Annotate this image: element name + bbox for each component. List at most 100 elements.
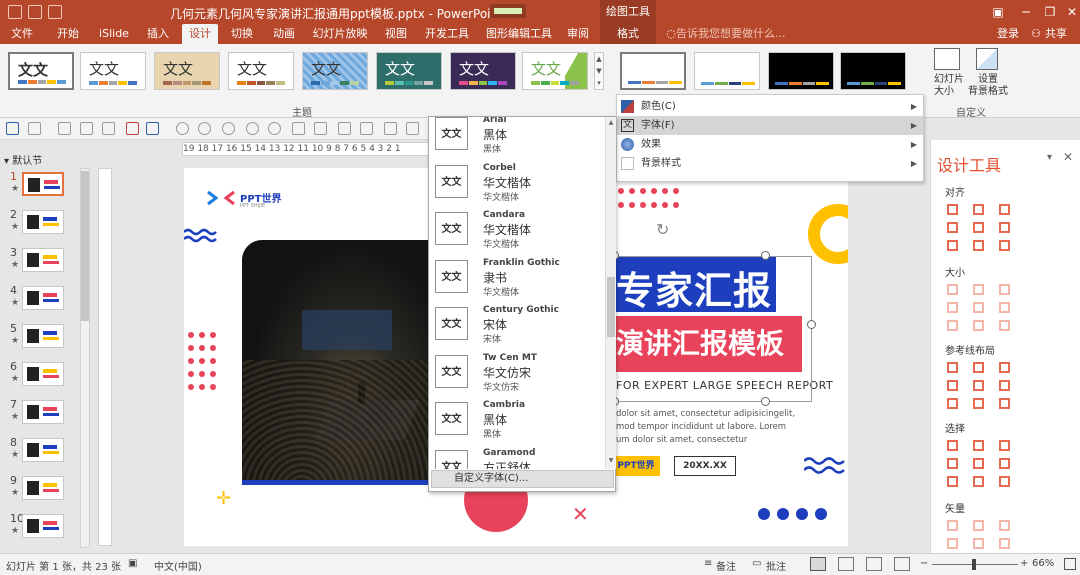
- ribbon-options-icon[interactable]: ▣: [984, 0, 1012, 24]
- rotate-handle-icon[interactable]: ↻: [656, 220, 669, 239]
- slide-thumbnail[interactable]: [22, 400, 64, 424]
- zoom-out-button[interactable]: −: [920, 558, 928, 569]
- picture-icon[interactable]: [126, 122, 139, 135]
- slide-thumbnail[interactable]: [22, 210, 64, 234]
- themes-scroll[interactable]: ▲ ▼ ▾: [594, 52, 604, 90]
- group-icon[interactable]: [406, 122, 419, 135]
- fit-slide-icon[interactable]: [1064, 558, 1076, 570]
- vector-icon[interactable]: [973, 538, 984, 549]
- normal-view-icon[interactable]: [810, 557, 826, 571]
- tab-islide[interactable]: iSlide: [96, 24, 132, 44]
- theme-6[interactable]: 文文: [376, 52, 442, 90]
- align-icon[interactable]: [947, 222, 958, 233]
- crop-icon[interactable]: [314, 122, 327, 135]
- subtract-icon[interactable]: [292, 122, 305, 135]
- login-link[interactable]: 登录: [994, 24, 1022, 44]
- rotate-icon[interactable]: [384, 122, 397, 135]
- align-icon[interactable]: [999, 240, 1010, 251]
- font-scheme-item[interactable]: 文文 Franklin Gothic 隶书 华文楷体: [429, 258, 605, 304]
- align-icon[interactable]: [947, 204, 958, 215]
- combine-icon[interactable]: [222, 122, 235, 135]
- undo-icon[interactable]: [28, 5, 42, 19]
- redo-icon[interactable]: [58, 122, 71, 135]
- tab-animations[interactable]: 动画: [270, 24, 298, 44]
- font-scheme-item[interactable]: 文文 Cambria 黑体 黑体: [429, 400, 605, 446]
- size-icon[interactable]: [999, 284, 1010, 295]
- slide-sorter-icon[interactable]: [838, 557, 854, 571]
- slide-size-button[interactable]: 幻灯片 大小: [934, 74, 964, 98]
- pane-close-icon[interactable]: ✕: [1063, 150, 1073, 164]
- font-scheme-item[interactable]: 文文 Candara 华文楷体 华文楷体: [429, 210, 605, 256]
- tab-shape-edit[interactable]: 图形编辑工具: [486, 24, 552, 44]
- select-icon[interactable]: [999, 476, 1010, 487]
- tab-insert[interactable]: 插入: [144, 24, 172, 44]
- align-icon[interactable]: [973, 240, 984, 251]
- shape-icon[interactable]: [146, 122, 159, 135]
- font-scheme-item[interactable]: 文文 Arial 黑体 黑体: [429, 117, 605, 161]
- variant-4[interactable]: [840, 52, 906, 90]
- theme-4[interactable]: 文文: [228, 52, 294, 90]
- slide-thumbnail[interactable]: [22, 514, 64, 538]
- distribute-icon[interactable]: [360, 122, 373, 135]
- language-indicator[interactable]: 中文(中国): [154, 558, 202, 573]
- select-icon[interactable]: [999, 440, 1010, 451]
- slide-thumbnail[interactable]: [22, 476, 64, 500]
- font-scheme-item[interactable]: 文文 Corbel 华文楷体 华文楷体: [429, 163, 605, 209]
- tab-slideshow[interactable]: 幻灯片放映: [312, 24, 368, 44]
- select-icon[interactable]: [947, 476, 958, 487]
- fragment-icon[interactable]: [246, 122, 259, 135]
- size-icon[interactable]: [999, 320, 1010, 331]
- select-icon[interactable]: [947, 458, 958, 469]
- zoom-in-button[interactable]: +: [1020, 558, 1028, 569]
- menu-item-background-styles[interactable]: 背景样式 ▶: [617, 154, 923, 173]
- font-scheme-item[interactable]: 文文 Tw Cen MT 华文仿宋 华文仿宋: [429, 353, 605, 399]
- tab-transitions[interactable]: 切换: [228, 24, 256, 44]
- menu-item-effects[interactable]: 效果 ▶: [617, 135, 923, 154]
- comments-button[interactable]: 批注: [766, 558, 786, 573]
- size-icon[interactable]: [973, 284, 984, 295]
- select-icon[interactable]: [973, 440, 984, 451]
- guide-icon[interactable]: [973, 398, 984, 409]
- intersect-icon[interactable]: [268, 122, 281, 135]
- format-background-button[interactable]: 设置 背景格式: [968, 74, 1008, 98]
- vector-icon[interactable]: [947, 538, 958, 549]
- conference-photo[interactable]: [242, 240, 442, 485]
- theme-8[interactable]: 文文: [522, 52, 588, 90]
- align-icon[interactable]: [338, 122, 351, 135]
- menu-item-fonts[interactable]: 文字体(F) ▶: [617, 116, 923, 135]
- thumbnails-scrollbar[interactable]: [80, 168, 90, 548]
- guide-icon[interactable]: [973, 362, 984, 373]
- save-icon[interactable]: [6, 122, 19, 135]
- tab-developer[interactable]: 开发工具: [424, 24, 470, 44]
- font-list-scrollbar[interactable]: ▲ ▼: [605, 117, 616, 469]
- undo-icon[interactable]: [28, 122, 41, 135]
- tab-home[interactable]: 开始: [54, 24, 82, 44]
- zoom-level[interactable]: 66%: [1032, 558, 1054, 569]
- guide-icon[interactable]: [973, 380, 984, 391]
- guide-icon[interactable]: [947, 362, 958, 373]
- reading-view-icon[interactable]: [866, 557, 882, 571]
- size-icon[interactable]: [999, 302, 1010, 313]
- align-icon[interactable]: [973, 222, 984, 233]
- slide-thumbnail[interactable]: [22, 438, 64, 462]
- copy-icon[interactable]: [80, 122, 93, 135]
- vector-icon[interactable]: [947, 520, 958, 531]
- slide-thumbnail[interactable]: [22, 324, 64, 348]
- slide-thumbnail[interactable]: [22, 172, 64, 196]
- paste-icon[interactable]: [102, 122, 115, 135]
- vector-icon[interactable]: [999, 520, 1010, 531]
- section-header[interactable]: ▾ 默认节: [4, 152, 42, 167]
- size-icon[interactable]: [973, 320, 984, 331]
- slide-thumbnail[interactable]: [22, 286, 64, 310]
- customize-fonts-button[interactable]: 自定义字体(C)...: [431, 470, 614, 488]
- size-icon[interactable]: [973, 302, 984, 313]
- tell-me-search[interactable]: 告诉我您想要做什么...: [676, 24, 786, 44]
- variant-3[interactable]: [768, 52, 834, 90]
- align-icon[interactable]: [973, 204, 984, 215]
- slide-thumbnail[interactable]: [22, 248, 64, 272]
- redo-icon[interactable]: [48, 5, 62, 19]
- save-icon[interactable]: [8, 5, 22, 19]
- vector-icon[interactable]: [999, 538, 1010, 549]
- vector-icon[interactable]: [973, 520, 984, 531]
- guide-icon[interactable]: [947, 398, 958, 409]
